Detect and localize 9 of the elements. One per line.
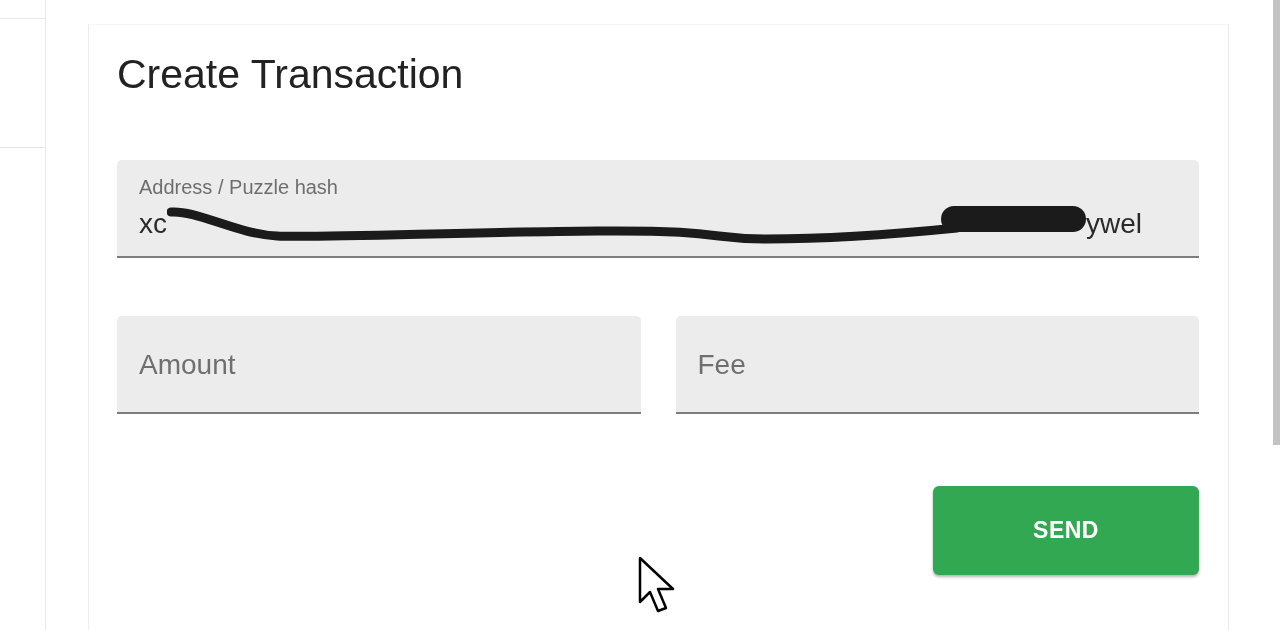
amount-field[interactable]: Amount <box>117 316 641 414</box>
card-title: Create Transaction <box>117 50 465 99</box>
field-value: xc <box>139 207 167 241</box>
fee-field[interactable]: Fee <box>675 316 1199 414</box>
field-label: Address / Puzzle hash <box>139 176 339 198</box>
scrollbar-thumb[interactable] <box>1273 0 1280 445</box>
address-field[interactable]: Address / Puzzle hash xc ywel <box>117 160 1199 258</box>
cursor-icon <box>638 556 676 614</box>
field-value: ywel <box>1086 207 1142 241</box>
